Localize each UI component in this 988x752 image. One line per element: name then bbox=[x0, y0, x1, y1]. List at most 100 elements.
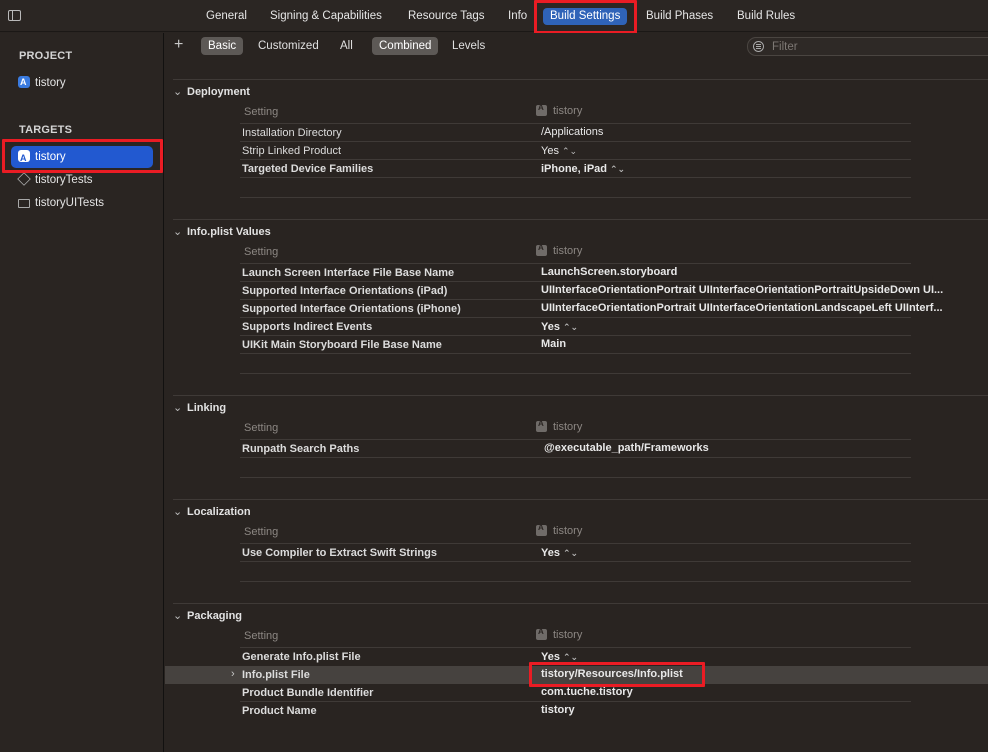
setting-row-value[interactable]: Yes ⌃⌄ bbox=[541, 547, 578, 559]
setting-row-label[interactable]: Launch Screen Interface File Base Name bbox=[242, 267, 454, 279]
tab-info[interactable]: Info bbox=[508, 8, 527, 25]
target-column-header: tistory bbox=[536, 103, 582, 117]
setting-row-value[interactable]: tistory/Resources/Info.plist bbox=[541, 668, 683, 680]
setting-row-value[interactable]: /Applications bbox=[541, 126, 603, 138]
setting-row-label[interactable]: Strip Linked Product bbox=[242, 145, 341, 157]
stepper-icon: ⌃⌄ bbox=[562, 652, 579, 662]
divider bbox=[240, 177, 911, 178]
stepper-icon: ⌃⌄ bbox=[562, 548, 579, 558]
setting-row-value[interactable]: LaunchScreen.storyboard bbox=[541, 266, 981, 278]
chevron-down-icon: ⌄ bbox=[173, 402, 183, 414]
setting-row-label[interactable]: Targeted Device Families bbox=[242, 163, 373, 175]
sidebar-item-target-tistorytests[interactable]: tistoryTests bbox=[17, 171, 93, 189]
build-settings-filter-bar: + Basic Customized All Combined Levels bbox=[165, 33, 988, 59]
divider bbox=[240, 439, 911, 440]
sidebar-item-target-tistoryuitests[interactable]: tistoryUITests bbox=[18, 194, 104, 212]
setting-row-value[interactable]: @executable_path/Frameworks bbox=[544, 442, 709, 454]
sidebar-item-target-tistory[interactable]: tistory bbox=[11, 146, 153, 169]
target-column-header: tistory bbox=[536, 419, 582, 433]
target-icon bbox=[536, 419, 547, 432]
stepper-icon: ⌃⌄ bbox=[561, 146, 578, 156]
project-icon bbox=[18, 73, 30, 91]
filter-field[interactable] bbox=[747, 37, 988, 56]
setting-row-label[interactable]: Runpath Search Paths bbox=[242, 443, 359, 455]
divider bbox=[173, 79, 988, 80]
view-combined-button[interactable]: Combined bbox=[372, 37, 439, 55]
setting-row-label[interactable]: Supported Interface Orientations (iPhone… bbox=[242, 303, 461, 315]
divider bbox=[240, 647, 911, 648]
target-icon bbox=[536, 523, 547, 536]
setting-row-label[interactable]: Generate Info.plist File bbox=[242, 651, 361, 663]
setting-column-header: Setting bbox=[244, 106, 279, 118]
sidebar-item-project-tistory[interactable]: tistory bbox=[18, 73, 66, 92]
setting-row-value[interactable]: tistory bbox=[541, 704, 575, 716]
setting-column-header: Setting bbox=[244, 526, 279, 538]
setting-column-header: Setting bbox=[244, 630, 279, 642]
filter-icon bbox=[753, 41, 764, 52]
tab-signing-capabilities[interactable]: Signing & Capabilities bbox=[270, 8, 382, 25]
setting-row-value[interactable]: iPhone, iPad ⌃⌄ bbox=[541, 163, 625, 175]
divider bbox=[173, 603, 988, 604]
scope-basic-button[interactable]: Basic bbox=[201, 37, 244, 55]
scope-all-button[interactable]: All bbox=[333, 37, 360, 55]
group-linking[interactable]: ⌄ Linking bbox=[173, 401, 226, 414]
setting-row-value[interactable]: UIInterfaceOrientationPortrait UIInterfa… bbox=[541, 284, 981, 296]
chevron-down-icon: ⌄ bbox=[173, 86, 183, 98]
filter-input[interactable] bbox=[772, 39, 982, 54]
chevron-right-icon[interactable]: › bbox=[231, 668, 235, 680]
setting-row-label[interactable]: Installation Directory bbox=[242, 127, 342, 139]
sidebar-toggle-icon[interactable] bbox=[8, 10, 21, 21]
test-bundle-icon bbox=[17, 172, 31, 186]
divider bbox=[240, 159, 911, 160]
scope-customized-button[interactable]: Customized bbox=[251, 37, 326, 55]
setting-column-header: Setting bbox=[244, 246, 279, 258]
group-localization[interactable]: ⌄ Localization bbox=[173, 505, 251, 518]
setting-row-value[interactable]: UIInterfaceOrientationPortrait UIInterfa… bbox=[541, 302, 981, 314]
chevron-down-icon: ⌄ bbox=[173, 610, 183, 622]
tab-build-rules[interactable]: Build Rules bbox=[737, 8, 795, 25]
group-info-plist-values[interactable]: ⌄ Info.plist Values bbox=[173, 225, 271, 238]
setting-row-label[interactable]: Use Compiler to Extract Swift Strings bbox=[242, 547, 437, 559]
divider bbox=[240, 543, 911, 544]
divider bbox=[240, 477, 911, 478]
add-setting-button[interactable]: + bbox=[174, 36, 183, 54]
divider bbox=[240, 317, 911, 318]
divider bbox=[240, 457, 911, 458]
setting-column-header: Setting bbox=[244, 422, 279, 434]
tab-build-settings[interactable]: Build Settings bbox=[543, 8, 628, 25]
target-icon bbox=[536, 103, 547, 116]
setting-row-value[interactable]: Yes ⌃⌄ bbox=[541, 145, 577, 157]
tab-resource-tags[interactable]: Resource Tags bbox=[408, 8, 485, 25]
divider bbox=[240, 701, 911, 702]
divider bbox=[240, 353, 911, 354]
divider bbox=[173, 395, 988, 396]
setting-row-label[interactable]: Product Name bbox=[242, 705, 317, 717]
divider bbox=[240, 335, 911, 336]
setting-row-label[interactable]: UIKit Main Storyboard File Base Name bbox=[242, 339, 442, 351]
project-navigator-sidebar: PROJECT tistory TARGETS tistory tistoryT… bbox=[0, 33, 164, 752]
setting-row-label[interactable]: Supports Indirect Events bbox=[242, 321, 372, 333]
target-icon bbox=[536, 243, 547, 256]
divider bbox=[240, 141, 911, 142]
divider bbox=[173, 499, 988, 500]
build-settings-editor: + Basic Customized All Combined Levels ⌄… bbox=[165, 33, 988, 752]
tab-build-phases[interactable]: Build Phases bbox=[646, 8, 713, 25]
target-column-header: tistory bbox=[536, 627, 582, 641]
setting-row-value[interactable]: Yes ⌃⌄ bbox=[541, 651, 578, 663]
divider bbox=[240, 123, 911, 124]
divider bbox=[240, 197, 911, 198]
setting-row-value[interactable]: Main bbox=[541, 338, 566, 350]
target-column-header: tistory bbox=[536, 523, 582, 537]
group-deployment[interactable]: ⌄ Deployment bbox=[173, 85, 250, 98]
target-column-header: tistory bbox=[536, 243, 582, 257]
tab-general[interactable]: General bbox=[206, 8, 247, 25]
setting-row-label[interactable]: Info.plist File bbox=[242, 669, 310, 681]
group-packaging[interactable]: ⌄ Packaging bbox=[173, 609, 242, 622]
divider bbox=[240, 373, 911, 374]
view-levels-button[interactable]: Levels bbox=[445, 37, 492, 55]
setting-row-value[interactable]: Yes ⌃⌄ bbox=[541, 321, 578, 333]
ui-test-bundle-icon bbox=[18, 199, 30, 208]
setting-row-value[interactable]: com.tuche.tistory bbox=[541, 686, 633, 698]
setting-row-label[interactable]: Product Bundle Identifier bbox=[242, 687, 373, 699]
setting-row-label[interactable]: Supported Interface Orientations (iPad) bbox=[242, 285, 447, 297]
